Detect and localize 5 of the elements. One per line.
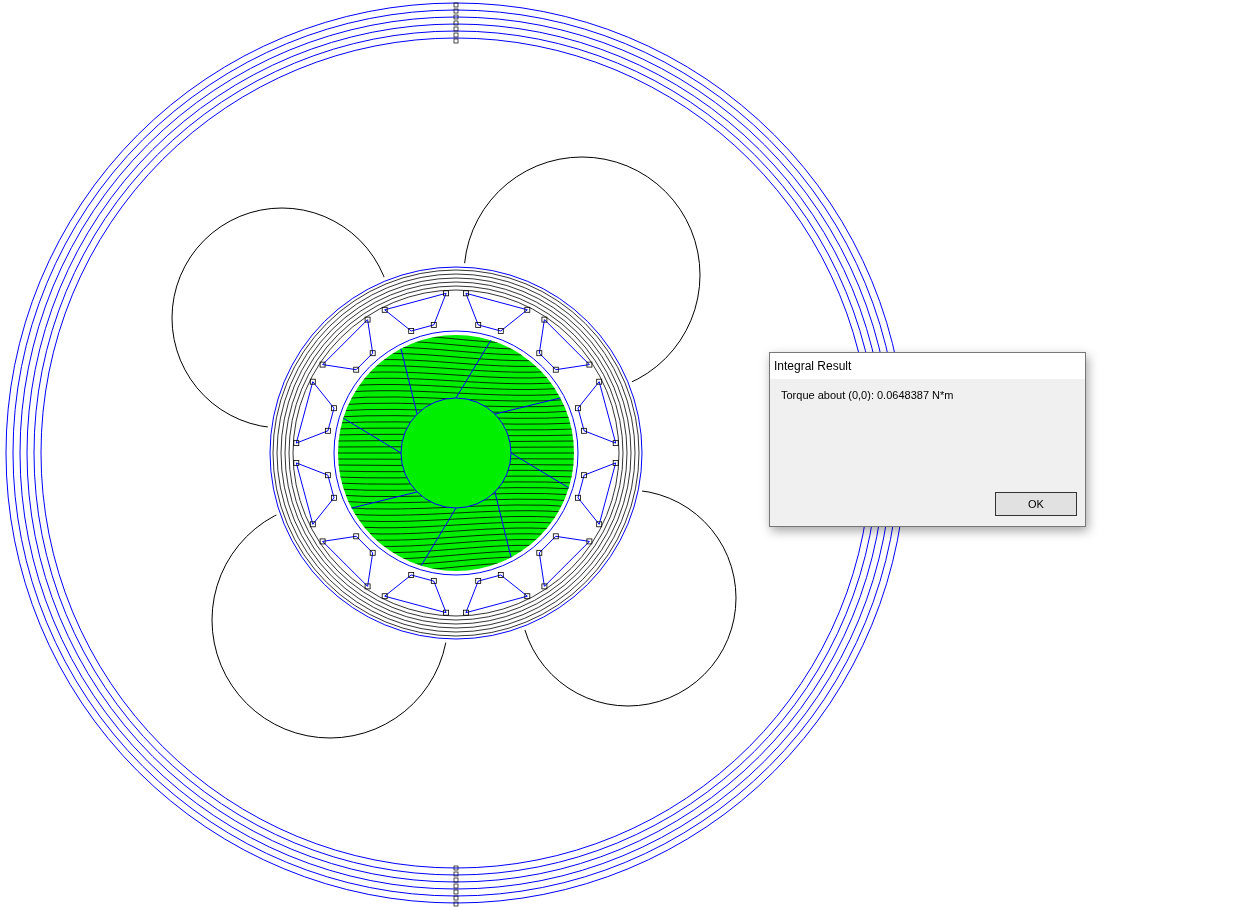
node-marks: [453, 2, 459, 44]
node-marks: [453, 865, 459, 907]
dialog-title: Integral Result: [770, 353, 1085, 379]
ok-button[interactable]: OK: [995, 492, 1077, 516]
result-message: Torque about (0,0): 0.0648387 N*m: [781, 388, 955, 403]
